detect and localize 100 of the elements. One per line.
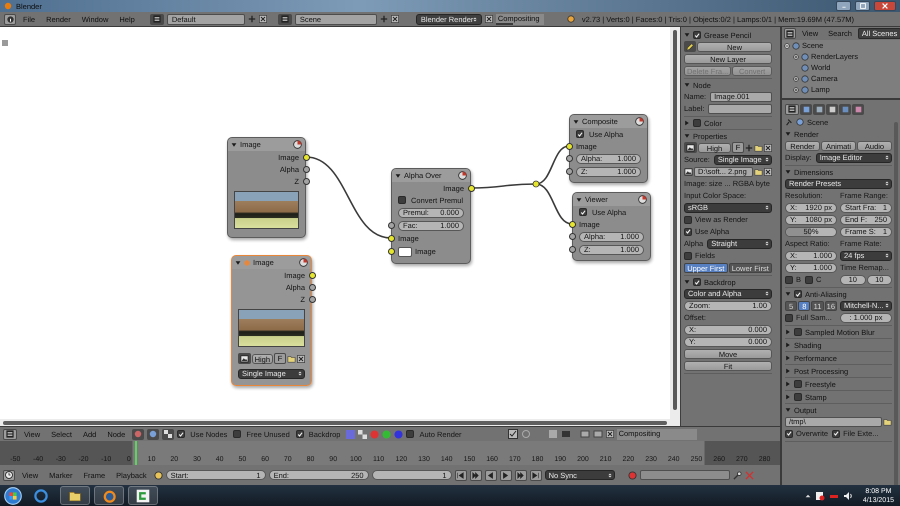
menu-icon[interactable] [560,429,571,439]
checkbox[interactable] [794,290,802,298]
output-socket[interactable] [468,184,474,192]
taskbar-app[interactable] [94,486,124,505]
disclosure-triangle-icon[interactable] [785,381,791,387]
flag-icon[interactable] [814,490,825,500]
expand-icon[interactable] [793,54,799,60]
layout-button[interactable] [150,14,164,24]
channel-alpha-icon[interactable] [358,430,368,438]
checkbox[interactable] [177,430,186,438]
disclosure-triangle-icon[interactable] [785,329,791,335]
input-socket[interactable] [566,142,572,150]
pencil-button[interactable] [684,41,696,52]
output-socket[interactable] [302,178,310,184]
taskbar-app[interactable] [60,486,90,505]
disclosure-triangle-icon[interactable] [785,169,791,175]
checkbox[interactable] [794,393,802,401]
checkbox[interactable] [693,278,701,286]
scene-button[interactable] [278,14,292,24]
checkbox[interactable] [785,276,793,284]
checkbox[interactable] [832,430,840,438]
disclosure-triangle-icon[interactable] [684,32,690,38]
paste-icon[interactable] [592,429,603,439]
input-socket[interactable] [566,168,572,175]
scrollbar[interactable] [670,27,680,426]
editor-type-button[interactable] [3,428,17,440]
output-socket[interactable] [302,154,310,160]
checkbox[interactable] [684,228,692,236]
disclosure-triangle-icon[interactable] [684,279,690,285]
start-button[interactable] [4,486,22,504]
disclosure-triangle-icon[interactable] [785,131,791,137]
disclosure-triangle-icon[interactable] [395,172,401,178]
preview-range-icon[interactable] [154,470,163,480]
disclosure-triangle-icon[interactable] [235,260,241,266]
checkbox[interactable] [693,31,701,39]
expand-icon[interactable] [793,76,799,82]
input-socket[interactable] [568,220,576,228]
disclosure-triangle-icon[interactable] [785,355,791,361]
context-tab[interactable] [826,104,838,114]
checkbox[interactable] [684,252,692,260]
snap-icon[interactable] [508,429,518,439]
input-socket[interactable] [568,246,576,253]
editor-type-button[interactable] [784,28,796,39]
disclosure-triangle-icon[interactable] [684,120,690,126]
input-socket[interactable] [388,234,394,242]
record-icon[interactable] [628,470,637,480]
minimize-button[interactable] [836,1,851,11]
context-tab[interactable] [813,104,825,114]
output-socket[interactable] [308,296,316,302]
disclosure-triangle-icon[interactable] [684,82,690,88]
context-tab[interactable] [839,104,851,114]
expand-icon[interactable] [793,86,799,92]
playback-button[interactable] [470,470,482,480]
maximize-button[interactable] [855,1,870,11]
pin-icon[interactable] [785,118,793,126]
playback-button[interactable] [530,470,542,480]
output-socket[interactable] [308,272,316,278]
checkbox[interactable] [398,196,406,204]
checkbox[interactable] [296,430,304,438]
image-browse-button[interactable] [238,353,251,364]
checkbox[interactable] [785,430,793,438]
checkbox[interactable] [805,276,814,284]
disclosure-triangle-icon[interactable] [785,368,791,374]
disclosure-triangle-icon[interactable] [231,142,237,148]
disclosure-triangle-icon[interactable] [573,118,579,124]
copy-icon[interactable] [580,429,590,439]
input-socket[interactable] [388,248,394,255]
scrollbar[interactable] [0,419,670,426]
playback-button[interactable] [484,470,497,480]
taskbar-app[interactable] [128,486,158,505]
disclosure-triangle-icon[interactable] [785,394,791,400]
disclosure-triangle-icon[interactable] [785,342,791,348]
close-button[interactable] [874,1,896,11]
color-swatch[interactable] [398,246,412,256]
checkbox[interactable] [693,119,701,127]
volume-icon[interactable] [842,490,853,500]
output-socket[interactable] [308,284,316,290]
checkbox[interactable] [794,380,802,388]
checkbox[interactable] [684,216,692,224]
disclosure-triangle-icon[interactable] [785,291,791,297]
editor-type-button[interactable] [3,470,15,480]
show-hidden-icon[interactable] [804,492,811,498]
key-icon[interactable] [732,470,742,480]
checkbox[interactable] [785,314,793,322]
channel-color-alpha-icon[interactable] [346,430,356,438]
keying-set-field[interactable] [640,470,730,480]
text-field[interactable] [708,104,772,114]
checkbox[interactable] [233,430,242,438]
input-socket[interactable] [566,155,572,162]
disclosure-triangle-icon[interactable] [785,407,791,413]
disclosure-triangle-icon[interactable] [576,196,582,202]
checkbox[interactable] [794,328,802,336]
editor-type-button[interactable] [785,104,799,114]
context-tab[interactable] [852,104,864,114]
checkbox[interactable] [406,430,414,438]
tree-type-button[interactable] [147,428,160,440]
playback-button[interactable] [454,470,467,480]
checkbox[interactable] [579,208,587,216]
tree-type-button[interactable] [162,428,174,440]
checkbox[interactable] [576,130,584,138]
